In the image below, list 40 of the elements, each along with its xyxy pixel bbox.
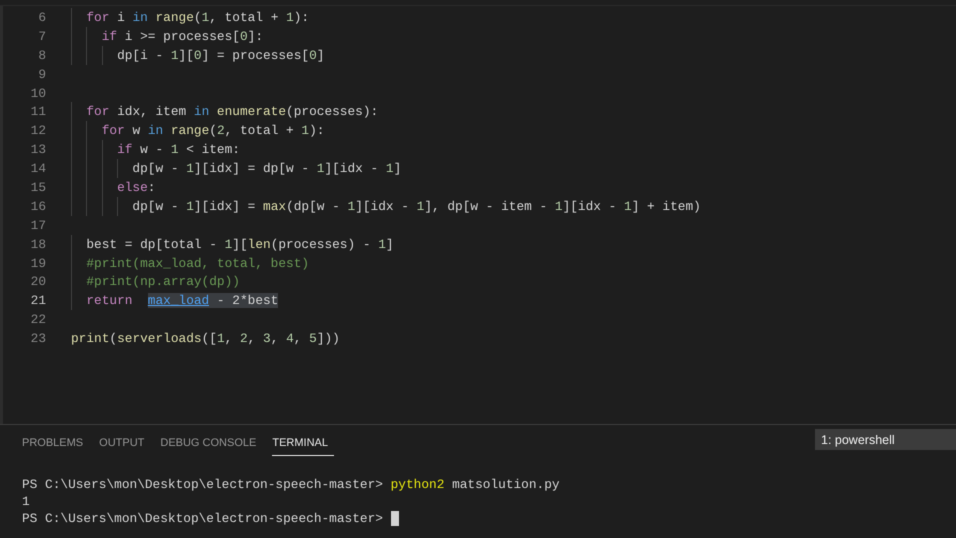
code-line: for i in range(1, total + 1): [85, 10, 310, 25]
code-line: else: [116, 180, 156, 195]
code-line: print(serverloads([1, 2, 3, 4, 5])) [71, 331, 340, 346]
line-number: 9 [37, 66, 46, 82]
line-number: 23 [30, 331, 46, 346]
terminal-dropdown[interactable]: 1: powershell [815, 429, 956, 450]
code-line: for w in range(2, total + 1): [100, 123, 324, 138]
line-number: 8 [37, 48, 46, 63]
line-number: 6 [37, 10, 46, 25]
line-number: 22 [30, 312, 46, 328]
code-line: if i >= processes[0]: [100, 28, 263, 44]
code-line: #print(max_load, total, best) [85, 256, 310, 271]
code-line: return max_load - 2*best [85, 293, 278, 308]
panel-tab[interactable]: OUTPUT [99, 433, 150, 456]
line-number: 7 [37, 28, 46, 44]
terminal-line: 1 [22, 494, 30, 509]
terminal-line: PS C:\Users\mon\Desktop\electron-speech-master> python2 matsolution.py [22, 477, 560, 492]
code-line: dp[i - 1][0] = processes[0] [116, 48, 324, 63]
line-number: 13 [30, 142, 46, 158]
line-number: 10 [30, 86, 46, 100]
code-line: dp[w - 1][idx] = dp[w - 1][idx - 1] [131, 161, 402, 176]
line-number: 20 [30, 274, 46, 290]
panel-tab[interactable]: PROBLEMS [22, 433, 90, 456]
panel-tab[interactable]: DEBUG CONSOLE [160, 433, 262, 456]
line-number: 15 [30, 180, 46, 195]
code-line: if w - 1 < item: [116, 142, 240, 158]
line-number: 12 [30, 123, 46, 138]
line-number: 11 [30, 104, 46, 120]
line-number: 14 [30, 161, 46, 176]
line-number: 21 [30, 293, 46, 308]
code-line: #print(np.array(dp)) [85, 274, 240, 290]
code-line: dp[w - 1][idx] = max(dp[w - 1][idx - 1], dp[w - item - 1][idx - 1] + item) [131, 198, 701, 214]
panel-tab[interactable]: TERMINAL [272, 433, 334, 456]
line-number: 17 [30, 218, 46, 233]
line-number: 18 [30, 236, 46, 252]
line-number: 16 [30, 198, 46, 214]
terminal-line: PS C:\Users\mon\Desktop\electron-speech-master> [22, 511, 384, 526]
code-line: best = dp[total - 1][len(processes) - 1] [85, 236, 394, 252]
code-line: for idx, item in enumerate(processes): [85, 104, 378, 120]
line-number: 19 [30, 256, 46, 271]
